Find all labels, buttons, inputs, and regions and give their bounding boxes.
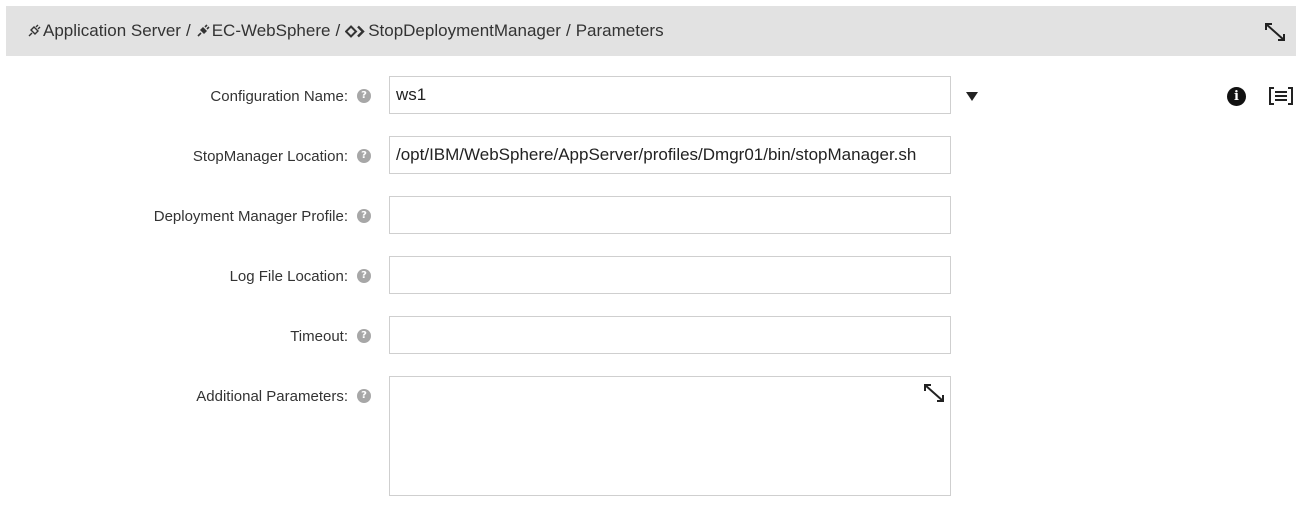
list-icon[interactable] bbox=[1268, 86, 1294, 106]
additional-parameters-label: Additional Parameters: bbox=[196, 388, 348, 405]
plugin-icon bbox=[196, 8, 211, 58]
log-file-location-input[interactable] bbox=[389, 256, 951, 294]
info-icon[interactable]: i bbox=[1227, 87, 1246, 106]
page-header: Application Server / EC-WebSphere / StopDe… bbox=[6, 6, 1296, 56]
configuration-name-select[interactable]: ws1 bbox=[389, 76, 951, 114]
help-icon[interactable]: ? bbox=[357, 269, 371, 283]
breadcrumb-separator: / bbox=[565, 21, 571, 40]
additional-parameters-textarea[interactable] bbox=[389, 376, 951, 496]
breadcrumb-item-stop-deployment-manager[interactable]: StopDeploymentManager bbox=[368, 21, 561, 40]
expand-icon[interactable] bbox=[923, 383, 945, 403]
dropdown-arrow-icon[interactable] bbox=[966, 92, 978, 101]
help-icon[interactable]: ? bbox=[357, 389, 371, 403]
stopmanager-location-label: StopManager Location: bbox=[192, 148, 348, 165]
deployment-manager-profile-input[interactable] bbox=[389, 196, 951, 234]
breadcrumb: Application Server / EC-WebSphere / StopDe… bbox=[27, 6, 664, 56]
help-icon[interactable]: ? bbox=[357, 209, 371, 223]
help-icon[interactable]: ? bbox=[357, 89, 371, 103]
help-icon[interactable]: ? bbox=[357, 149, 371, 163]
breadcrumb-separator: / bbox=[185, 21, 191, 40]
procedure-icon bbox=[344, 8, 367, 58]
breadcrumb-item-application-server[interactable]: Application Server bbox=[43, 21, 181, 40]
expand-icon[interactable] bbox=[1264, 22, 1286, 42]
timeout-input[interactable] bbox=[389, 316, 951, 354]
help-icon[interactable]: ? bbox=[357, 329, 371, 343]
deployment-manager-profile-label: Deployment Manager Profile: bbox=[153, 208, 348, 225]
log-file-location-label: Log File Location: bbox=[229, 268, 348, 285]
breadcrumb-item-ec-websphere[interactable]: EC-WebSphere bbox=[212, 21, 331, 40]
breadcrumb-separator: / bbox=[335, 21, 341, 40]
timeout-label: Timeout: bbox=[290, 328, 348, 345]
breadcrumb-item-parameters: Parameters bbox=[575, 21, 664, 40]
configuration-name-label: Configuration Name: bbox=[210, 88, 348, 105]
stopmanager-location-input[interactable] bbox=[389, 136, 951, 174]
plug-icon bbox=[27, 8, 42, 58]
